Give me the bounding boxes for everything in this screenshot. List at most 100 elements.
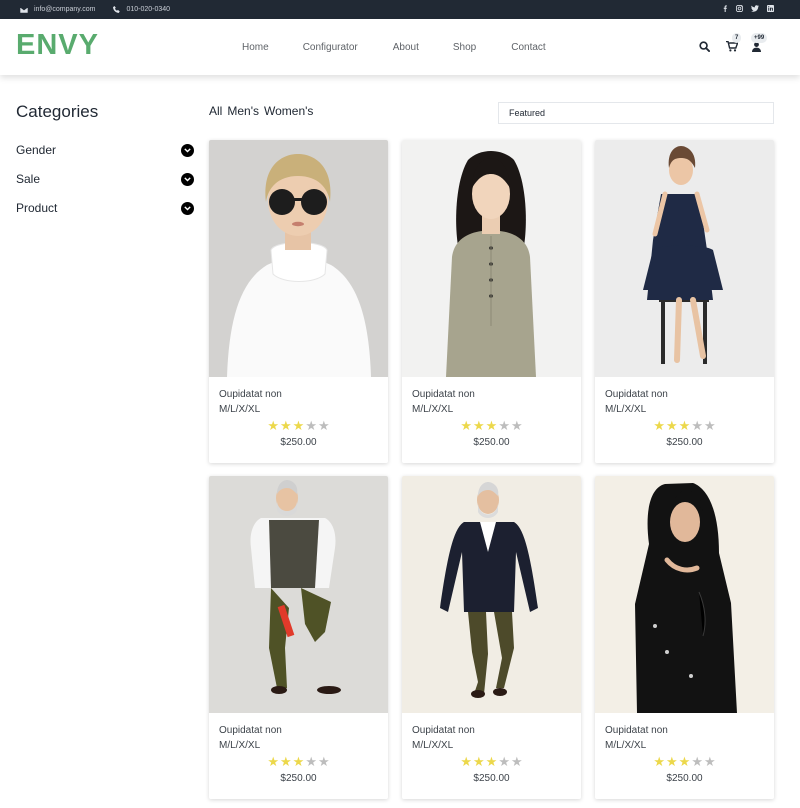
product-name[interactable]: Oupidatat non bbox=[219, 725, 282, 736]
star-icon: ★ bbox=[691, 754, 703, 769]
main-nav: Home Configurator About Shop Contact bbox=[242, 19, 546, 75]
product-sizes: M/L/X/XL bbox=[219, 740, 261, 751]
product-card[interactable]: Oupidatat non M/L/X/XL ★ ★ ★ ★ ★ $250.00 bbox=[209, 140, 388, 463]
category-gender[interactable]: Gender bbox=[16, 142, 194, 158]
chevron-down-icon[interactable] bbox=[181, 172, 194, 186]
nav-home[interactable]: Home bbox=[242, 42, 269, 53]
star-icon: ★ bbox=[292, 418, 305, 433]
star-rating: ★ ★ ★ ★ ★ bbox=[209, 754, 388, 770]
product-image[interactable] bbox=[209, 476, 388, 713]
product-sizes: M/L/X/XL bbox=[219, 404, 261, 415]
product-price: $250.00 bbox=[473, 773, 510, 784]
nav-shop[interactable]: Shop bbox=[453, 42, 476, 53]
phone-icon bbox=[113, 6, 121, 13]
product-card[interactable]: Oupidatat non M/L/X/XL ★ ★ ★ ★ ★ $250.00 bbox=[595, 140, 774, 463]
nav-contact[interactable]: Contact bbox=[511, 42, 545, 53]
star-icon: ★ bbox=[460, 418, 473, 433]
product-image[interactable] bbox=[595, 476, 774, 713]
star-icon: ★ bbox=[317, 418, 330, 433]
category-sale[interactable]: Sale bbox=[16, 171, 194, 187]
star-icon: ★ bbox=[703, 418, 716, 433]
product-sizes: M/L/X/XL bbox=[412, 404, 454, 415]
top-bar: info@company.com 010-020-0340 bbox=[0, 0, 800, 19]
star-icon: ★ bbox=[473, 418, 485, 433]
star-icon: ★ bbox=[510, 754, 523, 769]
category-label: Sale bbox=[16, 172, 41, 186]
nav-configurator[interactable]: Configurator bbox=[303, 42, 358, 53]
product-name[interactable]: Oupidatat non bbox=[605, 389, 668, 400]
product-sizes: M/L/X/XL bbox=[605, 740, 647, 751]
cart-count-badge: 7 bbox=[732, 33, 742, 43]
star-icon: ★ bbox=[460, 754, 473, 769]
instagram-icon[interactable] bbox=[736, 5, 744, 14]
product-name[interactable]: Oupidatat non bbox=[412, 389, 475, 400]
product-price: $250.00 bbox=[473, 437, 510, 448]
star-icon: ★ bbox=[305, 418, 317, 433]
linkedin-icon[interactable] bbox=[767, 5, 774, 14]
categories-title: Categories bbox=[16, 102, 99, 121]
star-icon: ★ bbox=[280, 418, 292, 433]
star-icon: ★ bbox=[485, 418, 498, 433]
star-icon: ★ bbox=[485, 754, 498, 769]
email-link[interactable]: info@company.com bbox=[34, 6, 95, 13]
star-rating: ★ ★ ★ ★ ★ bbox=[209, 418, 388, 434]
filter-all[interactable]: All bbox=[209, 104, 222, 118]
star-icon: ★ bbox=[691, 418, 703, 433]
email-icon bbox=[20, 6, 28, 13]
star-icon: ★ bbox=[498, 754, 510, 769]
star-icon: ★ bbox=[703, 754, 716, 769]
product-price: $250.00 bbox=[280, 773, 317, 784]
star-rating: ★ ★ ★ ★ ★ bbox=[402, 418, 581, 434]
star-icon: ★ bbox=[653, 418, 666, 433]
product-card[interactable]: Oupidatat non M/L/X/XL ★ ★ ★ ★ ★ $250.00 bbox=[402, 476, 581, 799]
brand-logo[interactable]: ENVY bbox=[16, 29, 99, 62]
star-icon: ★ bbox=[267, 418, 280, 433]
main-header: ENVY Home Configurator About Shop Contac… bbox=[0, 19, 800, 75]
star-icon: ★ bbox=[678, 754, 691, 769]
product-price: $250.00 bbox=[666, 437, 703, 448]
sort-select[interactable]: Featured bbox=[498, 102, 774, 124]
category-label: Product bbox=[16, 201, 58, 215]
star-icon: ★ bbox=[473, 754, 485, 769]
star-icon: ★ bbox=[305, 754, 317, 769]
chevron-down-icon[interactable] bbox=[181, 143, 194, 157]
filter-womens[interactable]: Women's bbox=[264, 104, 313, 118]
product-image[interactable] bbox=[402, 140, 581, 377]
gender-filter-tabs: All Men's Women's bbox=[209, 104, 313, 118]
phone-link[interactable]: 010-020-0340 bbox=[126, 6, 170, 13]
nav-about[interactable]: About bbox=[393, 42, 419, 53]
filter-mens[interactable]: Men's bbox=[227, 104, 259, 118]
product-card[interactable]: Oupidatat non M/L/X/XL ★ ★ ★ ★ ★ $250.00 bbox=[402, 140, 581, 463]
star-icon: ★ bbox=[678, 418, 691, 433]
star-icon: ★ bbox=[666, 418, 678, 433]
product-card[interactable]: Oupidatat non M/L/X/XL ★ ★ ★ ★ ★ $250.00 bbox=[595, 476, 774, 799]
social-links bbox=[722, 0, 774, 19]
product-image[interactable] bbox=[595, 140, 774, 377]
twitter-icon[interactable] bbox=[751, 5, 759, 14]
star-icon: ★ bbox=[510, 418, 523, 433]
star-icon: ★ bbox=[267, 754, 280, 769]
user-count-badge: +99 bbox=[751, 33, 768, 43]
product-image[interactable] bbox=[402, 476, 581, 713]
product-name[interactable]: Oupidatat non bbox=[219, 389, 282, 400]
product-sizes: M/L/X/XL bbox=[412, 740, 454, 751]
product-price: $250.00 bbox=[280, 437, 317, 448]
star-icon: ★ bbox=[666, 754, 678, 769]
star-rating: ★ ★ ★ ★ ★ bbox=[595, 754, 774, 770]
star-icon: ★ bbox=[498, 418, 510, 433]
product-card[interactable]: Oupidatat non M/L/X/XL ★ ★ ★ ★ ★ $250.00 bbox=[209, 476, 388, 799]
product-name[interactable]: Oupidatat non bbox=[412, 725, 475, 736]
search-icon[interactable] bbox=[699, 41, 710, 52]
star-icon: ★ bbox=[280, 754, 292, 769]
star-rating: ★ ★ ★ ★ ★ bbox=[595, 418, 774, 434]
category-label: Gender bbox=[16, 143, 57, 157]
star-icon: ★ bbox=[292, 754, 305, 769]
contact-info: info@company.com 010-020-0340 bbox=[20, 0, 170, 19]
chevron-down-icon[interactable] bbox=[181, 201, 194, 215]
facebook-icon[interactable] bbox=[722, 5, 728, 14]
user-icon[interactable] bbox=[752, 42, 761, 52]
star-icon: ★ bbox=[317, 754, 330, 769]
product-name[interactable]: Oupidatat non bbox=[605, 725, 668, 736]
product-image[interactable] bbox=[209, 140, 388, 377]
category-product[interactable]: Product bbox=[16, 200, 194, 216]
